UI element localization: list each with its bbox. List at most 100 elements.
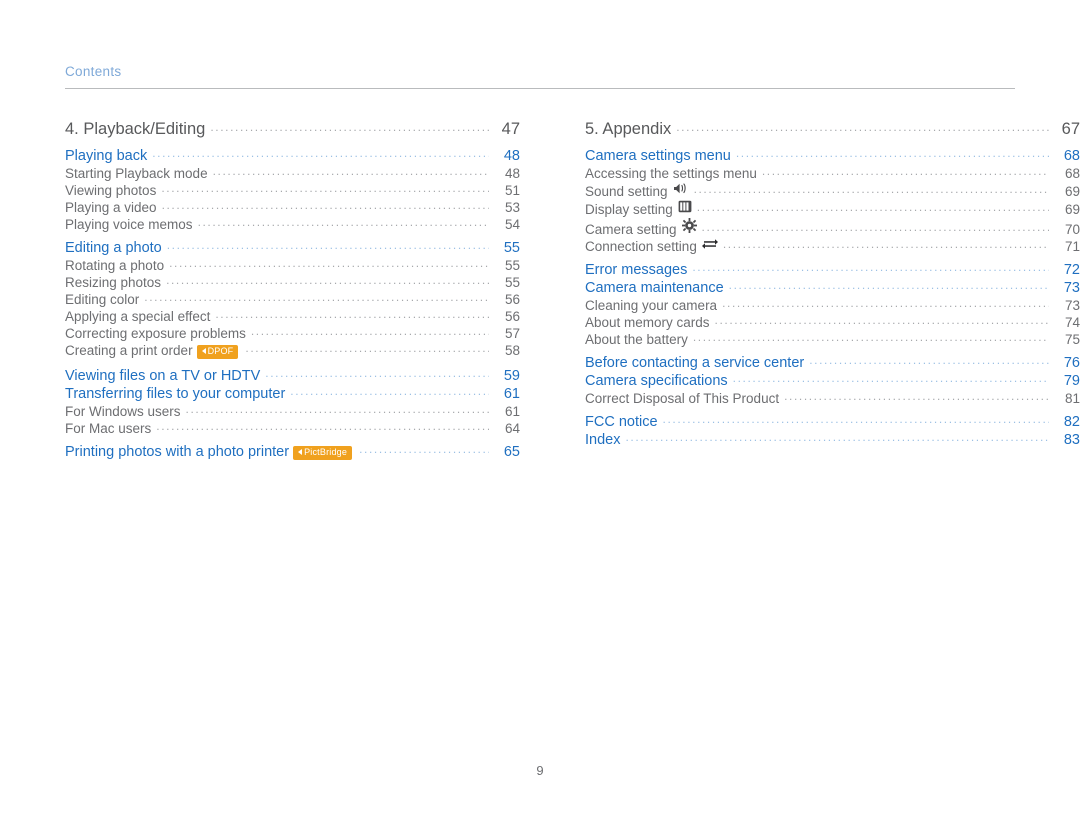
toc-entry-sub[interactable]: Playing voice memos.....................…	[65, 215, 520, 232]
toc-entry-label: For Windows users	[65, 404, 181, 419]
gear-icon	[681, 218, 697, 233]
toc-entry-sec[interactable]: Viewing files on a TV or HDTV...........…	[65, 366, 520, 384]
toc-entry-page: 65	[503, 444, 520, 460]
leader-dots: ........................................…	[166, 273, 489, 287]
leader-dots: ........................................…	[662, 412, 1049, 426]
toc-entry-sub[interactable]: Creating a print order DPOF..............…	[65, 341, 520, 360]
leader-dots: ........................................…	[692, 260, 1049, 274]
leader-dots: ........................................…	[212, 164, 489, 178]
toc-entry-label: For Mac users	[65, 421, 152, 436]
toc-entry-sec[interactable]: Error messages..........................…	[585, 260, 1080, 278]
leader-dots: ........................................…	[359, 442, 489, 456]
toc-entry-sub[interactable]: Connection setting......................…	[585, 237, 1080, 254]
toc-entry-sub[interactable]: For Windows users.......................…	[65, 402, 520, 419]
toc-entry-label: Viewing files on a TV or HDTV	[65, 368, 261, 384]
toc-entry-page: 58	[504, 343, 520, 358]
toc-entry-sec[interactable]: Printing photos with a photo printer Pict…	[65, 442, 520, 461]
leader-dots: ........................................…	[265, 366, 489, 380]
toc-entry-page: 67	[1061, 120, 1080, 138]
toc-entry-page: 76	[1063, 355, 1080, 371]
leader-dots: ........................................…	[625, 430, 1049, 444]
leader-dots: ........................................…	[290, 384, 489, 398]
toc-entry-label: Resizing photos	[65, 275, 162, 290]
toc-entry-sec[interactable]: Playing back............................…	[65, 146, 520, 164]
toc-entry-sec[interactable]: Index...................................…	[585, 430, 1080, 448]
toc-entry-label: Camera specifications	[585, 373, 728, 389]
toc-entry-page: 53	[504, 200, 520, 215]
toc-entry-label: Printing photos with a photo printer	[65, 444, 290, 460]
toc-entry-label: Transferring files to your computer	[65, 386, 286, 402]
toc-entry-page: 47	[501, 120, 520, 138]
toc-entry-page: 54	[504, 217, 520, 232]
leader-dots: ........................................…	[676, 120, 1049, 134]
leader-dots: ........................................…	[156, 419, 489, 433]
toc-entry-sub[interactable]: Correcting exposure problems............…	[65, 324, 520, 341]
toc-entry-sub[interactable]: Starting Playback mode..................…	[65, 164, 520, 181]
toc-entry-chapter[interactable]: 5. Appendix.............................…	[585, 120, 1080, 139]
toc-entry-label: Sound setting	[585, 184, 668, 199]
leader-dots: ........................................…	[761, 164, 1049, 178]
toc-entry-sec[interactable]: Editing a photo.........................…	[65, 238, 520, 256]
toc-entry-sub[interactable]: Camera setting..........................…	[585, 218, 1080, 237]
badge-pictbridge: PictBridge	[293, 446, 353, 460]
toc-entry-sub[interactable]: Display setting.........................…	[585, 200, 1080, 217]
leader-dots: ........................................…	[161, 198, 489, 212]
toc-entry-page: 61	[503, 386, 520, 402]
toc-column-left: 4. Playback/Editing.....................…	[0, 120, 520, 463]
toc-entry-label: FCC notice	[585, 414, 658, 430]
toc-entry-sec[interactable]: Camera maintenance......................…	[585, 278, 1080, 296]
toc-entry-label: About memory cards	[585, 315, 710, 330]
toc-entry-label: Playing voice memos	[65, 217, 193, 232]
toc-entry-page: 71	[1064, 239, 1080, 254]
toc-entry-page: 48	[504, 166, 520, 181]
toc-entry-label: Applying a special effect	[65, 309, 211, 324]
leader-dots: ........................................…	[197, 215, 489, 229]
toc-entry-page: 83	[1063, 432, 1080, 448]
toc-entry-sub[interactable]: Applying a special effect...............…	[65, 307, 520, 324]
toc-entry-sub[interactable]: Rotating a photo........................…	[65, 256, 520, 273]
toc-entry-label: Editing a photo	[65, 240, 162, 256]
toc-entry-sub[interactable]: Accessing the settings menu.............…	[585, 164, 1080, 181]
leader-dots: ........................................…	[166, 238, 489, 252]
leader-dots: ........................................…	[728, 278, 1049, 292]
toc-entry-sec[interactable]: FCC notice..............................…	[585, 412, 1080, 430]
toc-entry-page: 57	[504, 326, 520, 341]
leader-dots: ........................................…	[722, 237, 1049, 251]
leader-dots: ........................................…	[809, 353, 1049, 367]
toc-entry-sub[interactable]: About the battery.......................…	[585, 330, 1080, 347]
leader-dots: ........................................…	[714, 313, 1049, 327]
toc-entry-sec[interactable]: Transferring files to your computer.....…	[65, 384, 520, 402]
toc-entry-label: Connection setting	[585, 239, 697, 254]
toc-entry-sec[interactable]: Before contacting a service center......…	[585, 353, 1080, 371]
toc-entry-sub[interactable]: Editing color...........................…	[65, 290, 520, 307]
toc-entry-page: 56	[504, 292, 520, 307]
toc-entry-sub[interactable]: Playing a video.........................…	[65, 198, 520, 215]
toc-entry-sub[interactable]: Correct Disposal of This Product........…	[585, 389, 1080, 406]
page-header-label: Contents	[65, 64, 122, 79]
toc-entry-page: 72	[1063, 262, 1080, 278]
leader-dots: ........................................…	[735, 146, 1049, 160]
toc-entry-label: Accessing the settings menu	[585, 166, 757, 181]
toc-entry-chapter[interactable]: 4. Playback/Editing.....................…	[65, 120, 520, 139]
toc-entry-sub[interactable]: Sound setting...........................…	[585, 182, 1080, 199]
leader-dots: ........................................…	[693, 182, 1049, 196]
toc-entry-page: 64	[504, 421, 520, 436]
toc-entry-sec[interactable]: Camera specifications...................…	[585, 371, 1080, 389]
leader-dots: ........................................…	[245, 341, 489, 355]
leader-dots: ........................................…	[701, 220, 1049, 234]
toc-entry-sub[interactable]: Resizing photos.........................…	[65, 273, 520, 290]
toc-entry-page: 70	[1064, 222, 1080, 237]
toc-entry-sec[interactable]: Camera settings menu....................…	[585, 146, 1080, 164]
toc-entry-sub[interactable]: Cleaning your camera....................…	[585, 296, 1080, 313]
toc-entry-label: Cleaning your camera	[585, 298, 718, 313]
toc-entry-sub[interactable]: Viewing photos..........................…	[65, 181, 520, 198]
toc-entry-page: 55	[504, 275, 520, 290]
leader-dots: ........................................…	[692, 330, 1049, 344]
toc-entry-label: Camera maintenance	[585, 280, 724, 296]
toc-entry-page: 79	[1063, 373, 1080, 389]
leader-dots: ........................................…	[161, 181, 489, 195]
toc-column-right: 5. Appendix.............................…	[520, 120, 1080, 463]
toc-entry-sub[interactable]: For Mac users...........................…	[65, 419, 520, 436]
toc-entry-sub[interactable]: About memory cards......................…	[585, 313, 1080, 330]
toc-entry-page: 74	[1064, 315, 1080, 330]
